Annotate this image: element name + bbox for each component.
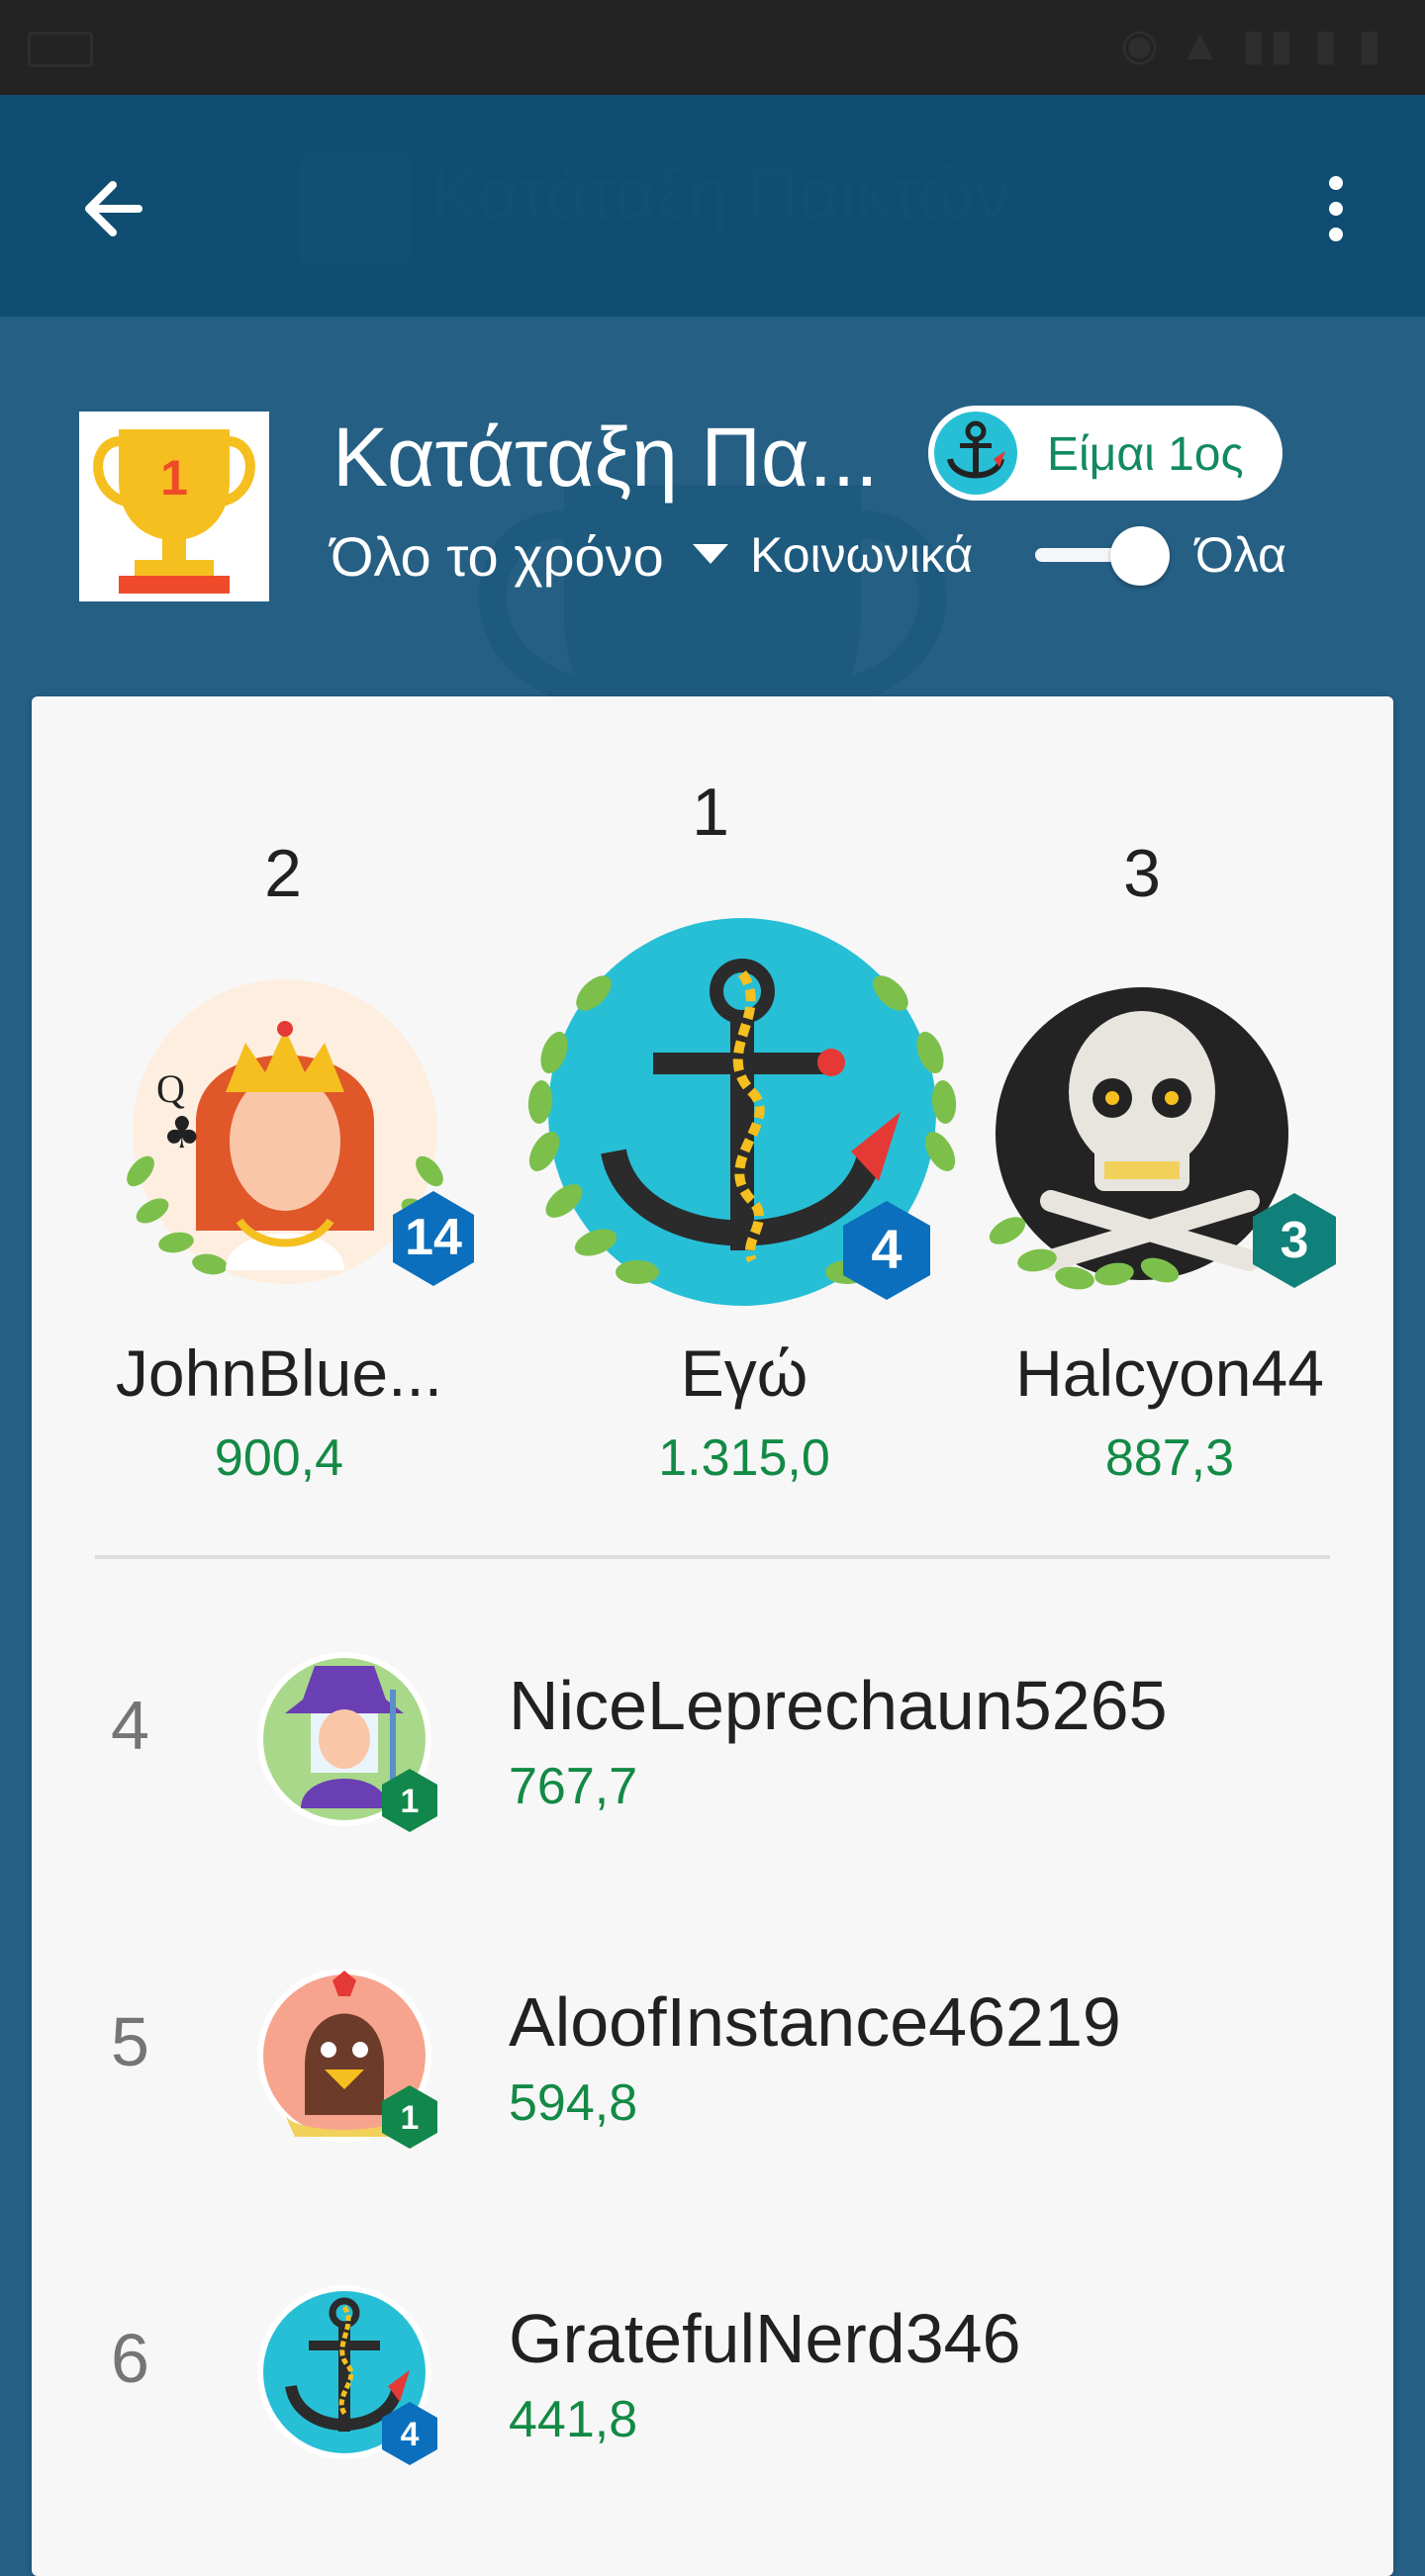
row-rank: 6 [111,2320,149,2397]
row-score: 767,7 [509,1758,638,1815]
podium-name-3: Halcyon44 [1015,1336,1324,1410]
podium-name-1: Εγώ [680,1336,808,1410]
leaderboard-card: 2 Q ♣ 14 JohnBlue... 900,4 1 4 Εγώ 1.315… [32,696,1393,2576]
list-item[interactable]: 6 4 GratefulNerd346 441,8 [32,2220,1393,2536]
all-label: Όλα [1195,527,1286,583]
podium-avatar-1[interactable]: 4 [505,914,970,1330]
list-item[interactable]: 5 1 AloofInstance46219 594,8 [32,1903,1393,2220]
svg-text:4: 4 [871,1218,902,1280]
period-selector[interactable]: Όλο το χρόνο [331,524,664,589]
divider [95,1555,1330,1559]
page-title: Κατάταξη Πα... [332,411,879,504]
podium-score-2: 900,4 [214,1429,344,1487]
podium-avatar-2[interactable]: Q ♣ 14 [101,973,497,1310]
podium-avatar-3[interactable]: 3 [972,973,1368,1310]
podium-name-2: JohnBlue... [115,1336,443,1410]
row-name: GratefulNerd346 [509,2300,1021,2377]
row-rank: 5 [111,2003,149,2080]
my-avatar [934,412,1017,495]
chevron-down-icon[interactable] [693,544,728,564]
toggle-thumb [1110,526,1170,586]
row-name: NiceLeprechaun5265 [509,1667,1168,1744]
trophy-icon: 1 [93,429,255,594]
social-all-toggle[interactable] [1035,524,1170,588]
row-avatar: 1 [257,1652,437,1832]
social-label: Κοινωνικά [750,527,974,583]
status-icons: ◉ ▲ ▮▮ ▮ ▮ [1120,21,1385,69]
trophy-badge: 1 [79,412,269,601]
status-bar: ◉ ▲ ▮▮ ▮ ▮ [0,0,1425,95]
svg-text:1: 1 [401,2099,420,2137]
app-logo [299,152,412,265]
svg-text:1: 1 [160,450,188,506]
me-first-button[interactable]: Είμαι 1ος [928,406,1282,501]
row-rank: 4 [111,1687,149,1764]
row-avatar: 1 [257,1969,437,2149]
svg-text:14: 14 [405,1209,462,1266]
svg-text:3: 3 [1281,1212,1309,1269]
more-vert-icon [1329,176,1343,190]
svg-text:4: 4 [401,2416,420,2453]
more-menu-button[interactable] [1306,164,1366,253]
list-item[interactable]: 4 1 NiceLeprechaun5265 767,7 [32,1587,1393,1903]
app-bar-title: Κατάταξη Παικτών [431,155,1010,234]
row-name: AloofInstance46219 [509,1983,1121,2061]
app-bar: Κατάταξη Παικτών [0,95,1425,317]
row-avatar: 4 [257,2285,437,2465]
podium-rank-2: 2 [264,836,302,911]
anchor-icon [947,420,1005,479]
svg-text:Q: Q [156,1066,185,1111]
podium-rank-3: 3 [1123,836,1161,911]
row-score: 594,8 [509,2074,638,2132]
row-score: 441,8 [509,2391,638,2448]
podium-score-1: 1.315,0 [658,1429,830,1487]
back-button[interactable] [69,164,158,253]
podium-rank-1: 1 [692,775,729,850]
svg-text:♣: ♣ [162,1108,201,1158]
arrow-left-icon [85,181,142,236]
svg-text:1: 1 [401,1783,420,1820]
podium-score-3: 887,3 [1104,1429,1235,1487]
notification-icon [28,32,93,67]
me-first-label: Είμαι 1ος [1047,428,1244,481]
